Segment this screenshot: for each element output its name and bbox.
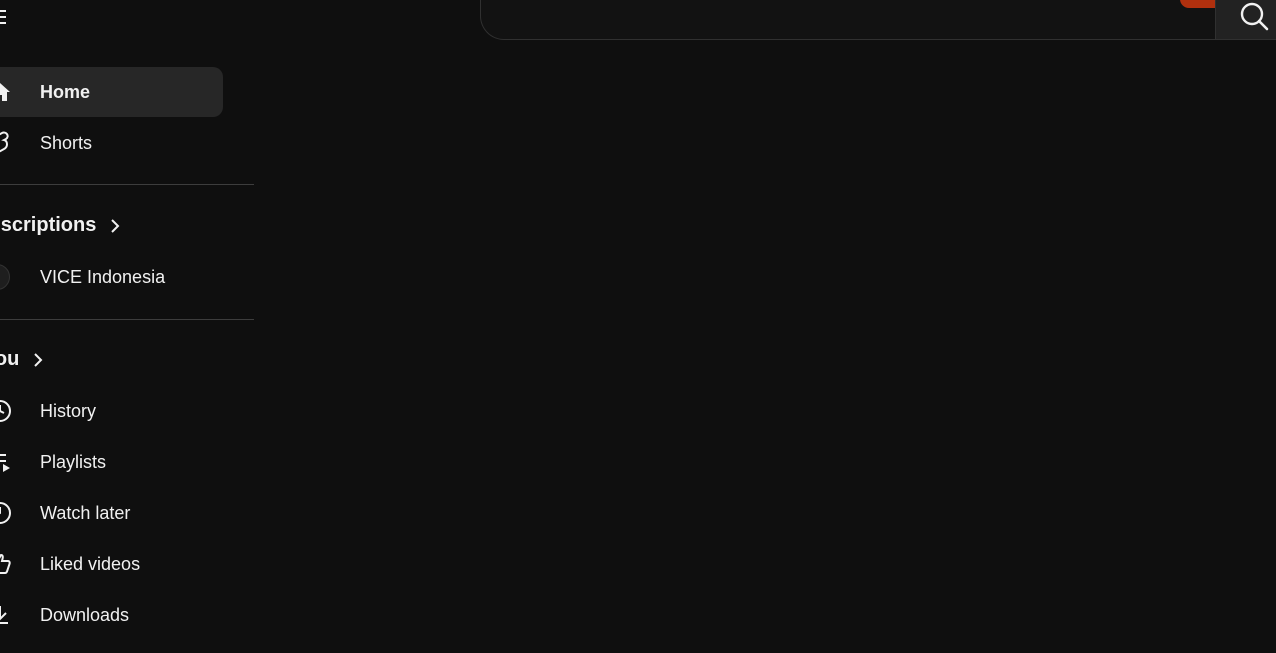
sidebar-divider <box>0 184 254 185</box>
sidebar-item-watch-later[interactable]: Watch later <box>0 488 223 538</box>
subscriptions-header[interactable]: Subscriptions <box>0 214 122 237</box>
sidebar-item-shorts[interactable]: Shorts <box>0 118 223 168</box>
sidebar-item-label: Liked videos <box>40 553 141 574</box>
sidebar-item-label: Shorts <box>40 132 93 153</box>
sidebar-item-label: VICE Indonesia <box>40 266 166 287</box>
search-input[interactable] <box>481 0 1216 39</box>
chevron-right-icon <box>34 352 43 367</box>
chevron-right-icon <box>111 218 120 233</box>
sidebar-item-history[interactable]: History <box>0 386 223 436</box>
subscriptions-title: Subscriptions <box>0 214 97 236</box>
channel-avatar: V <box>0 264 10 290</box>
sidebar-item-label: History <box>40 400 97 421</box>
sidebar-item-downloads[interactable]: Downloads <box>0 590 223 640</box>
you-header[interactable]: You <box>0 348 45 371</box>
sidebar-item-vice-indonesia[interactable]: V VICE Indonesia <box>0 252 223 302</box>
history-icon <box>0 399 12 423</box>
watch-later-icon <box>0 501 12 525</box>
thumbs-up-icon <box>0 552 12 576</box>
sidebar-item-label: Playlists <box>40 451 107 472</box>
download-icon <box>0 603 12 627</box>
sidebar-item-liked-videos[interactable]: Liked videos <box>0 539 223 589</box>
home-icon <box>0 80 12 104</box>
sidebar-divider <box>0 319 254 320</box>
sidebar-item-playlists[interactable]: Playlists <box>0 437 223 487</box>
search-box <box>480 0 1216 40</box>
sidebar-item-label: Downloads <box>40 604 130 625</box>
search-icon <box>1240 2 1269 31</box>
page: Home Shorts Subscriptions V VICE Indones… <box>0 0 1276 653</box>
sidebar-item-label: Watch later <box>40 502 131 523</box>
playlists-icon <box>0 450 12 474</box>
you-title: You <box>0 348 20 370</box>
sidebar-item-home[interactable]: Home <box>0 67 223 117</box>
sidebar-item-label: Home <box>40 81 91 102</box>
shorts-icon <box>0 131 12 155</box>
search-button[interactable] <box>1215 0 1276 40</box>
sidebar: Home Shorts Subscriptions V VICE Indones… <box>0 0 254 653</box>
